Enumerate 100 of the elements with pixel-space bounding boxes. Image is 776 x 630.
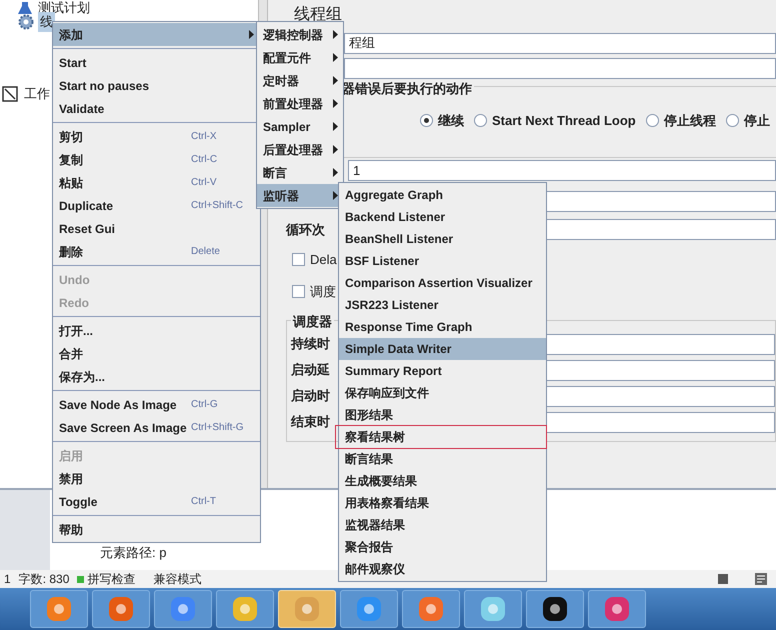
menu-item[interactable]: 复制 Ctrl-C [53,148,260,171]
field-label: 结束时 [291,413,330,432]
menu-item[interactable]: 邮件观察仪 [339,558,546,580]
shortcut-text: Delete [191,245,220,259]
menu-item[interactable]: Save Node As Image Ctrl-G [53,393,260,416]
app-icon [169,595,197,623]
menu-item[interactable]: 剪切 Ctrl-X [53,125,260,148]
radio-button[interactable] [726,114,739,127]
menu-item[interactable]: 粘贴 Ctrl-V [53,171,260,194]
menu-item[interactable]: Start no pauses [53,74,260,97]
menu-item[interactable]: 保存为... [53,365,260,388]
shortcut-text: Ctrl-T [191,495,216,509]
shortcut-text: Ctrl-V [191,176,217,190]
menu-item[interactable]: Sampler [257,115,343,138]
checkbox-label: 调度 [310,282,336,301]
radio-label: 停止 [744,112,770,130]
menu-item[interactable]: 图形结果 [339,404,546,426]
menu-item[interactable]: 定时器 [257,69,343,92]
field-label: 启动延 [291,361,330,380]
shortcut-text: Ctrl-C [191,153,218,167]
radio-label: 停止线程 [664,112,716,130]
radio-label: 继续 [438,112,464,130]
gear-icon [18,14,34,30]
app-icon [479,595,507,623]
app-icon [417,595,445,623]
submenu-arrow-icon [333,99,338,108]
menu-item[interactable]: 删除 Delete [53,240,260,263]
submenu-arrow-icon [333,191,338,200]
field-label: 循环次 [286,220,325,239]
app-icon [541,595,569,623]
menu-item[interactable]: 监视器结果 [339,514,546,536]
text-field[interactable]: 1 [348,160,776,181]
menu-item[interactable]: 逻辑控制器 [257,23,343,46]
menu-item[interactable]: 配置元件 [257,46,343,69]
menu-item[interactable]: Simple Data Writer [339,338,546,360]
menu-item[interactable]: 前置处理器 [257,92,343,115]
menu-item[interactable]: 用表格察看结果 [339,492,546,514]
text-field[interactable]: 程组 [344,32,776,54]
group-legend: 调度器 [291,312,334,331]
status-text: 字数: 830 [18,571,70,588]
app-icon [355,595,383,623]
submenu-arrow-icon [333,122,338,131]
radio-button[interactable] [646,114,659,127]
menu-item[interactable]: Toggle Ctrl-T [53,490,260,513]
menu-item[interactable]: 后置处理器 [257,138,343,161]
menu-item[interactable]: 禁用 [53,467,260,490]
menu-item[interactable]: 合并 [53,342,260,365]
app-icon [45,595,73,623]
menu-item[interactable]: 聚合报告 [339,536,546,558]
menu-item[interactable]: Comparison Assertion Visualizer [339,272,546,294]
submenu-arrow-icon [333,53,338,62]
submenu-arrow-icon [333,76,338,85]
submenu-arrow-icon [333,30,338,39]
radio-label: Start Next Thread Loop [492,112,636,130]
menu-item[interactable]: 察看结果树 [336,426,546,448]
menu-item[interactable]: Backend Listener [339,206,546,228]
field-label: 启动时 [291,387,330,406]
menu-item[interactable]: BeanShell Listener [339,228,546,250]
checkbox-label: Dela [310,250,337,269]
menu-item[interactable]: 断言结果 [339,448,546,470]
status-text: 拼写检查 [87,571,136,588]
document-icon [754,572,768,586]
menu-item[interactable]: 帮助 [53,518,260,541]
menu-item[interactable]: Summary Report [339,360,546,382]
status-square-icon [77,576,84,582]
fullscreen-icon [716,572,730,586]
menu-item[interactable]: Response Time Graph [339,316,546,338]
app-icon [293,595,321,623]
submenu-arrow-icon [333,168,338,177]
status-text: 兼容模式 [153,571,202,588]
panel-title: 线程组 [293,4,343,25]
menu-item[interactable]: Save Screen As Image Ctrl+Shift-G [53,416,260,439]
menu-item[interactable]: 打开... [53,319,260,342]
shortcut-text: Ctrl-X [191,130,217,144]
tree-item[interactable]: 工作 [22,84,52,104]
shortcut-text: Ctrl+Shift-G [191,421,244,435]
app-icon [231,595,259,623]
menu-item[interactable]: Validate [53,97,260,120]
text-field[interactable] [344,58,776,78]
taskbar-button[interactable] [526,590,584,628]
app-icon [107,595,135,623]
flask-icon [18,2,32,14]
tree-item[interactable]: 线 [38,12,55,32]
checkbox[interactable] [292,285,305,298]
menu-item[interactable]: Start [53,51,260,74]
shortcut-text: Ctrl-G [191,398,218,412]
menu-item[interactable]: 保存响应到文件 [339,382,546,404]
checkbox[interactable] [292,253,305,266]
field-label: 持续时 [291,335,330,354]
menu-item[interactable]: 断言 [257,161,343,184]
app-icon [603,595,631,623]
menu-item[interactable]: JSR223 Listener [339,294,546,316]
shortcut-text: Ctrl+Shift-C [191,199,243,213]
menu-item[interactable]: 生成概要结果 [339,470,546,492]
element-path: 元素路径: p [100,544,166,562]
radio-button[interactable] [474,114,487,127]
menu-item[interactable]: Reset Gui [53,217,260,240]
menu-item[interactable]: Duplicate Ctrl+Shift-C [53,194,260,217]
menu-item[interactable]: BSF Listener [339,250,546,272]
radio-button[interactable] [420,114,433,127]
